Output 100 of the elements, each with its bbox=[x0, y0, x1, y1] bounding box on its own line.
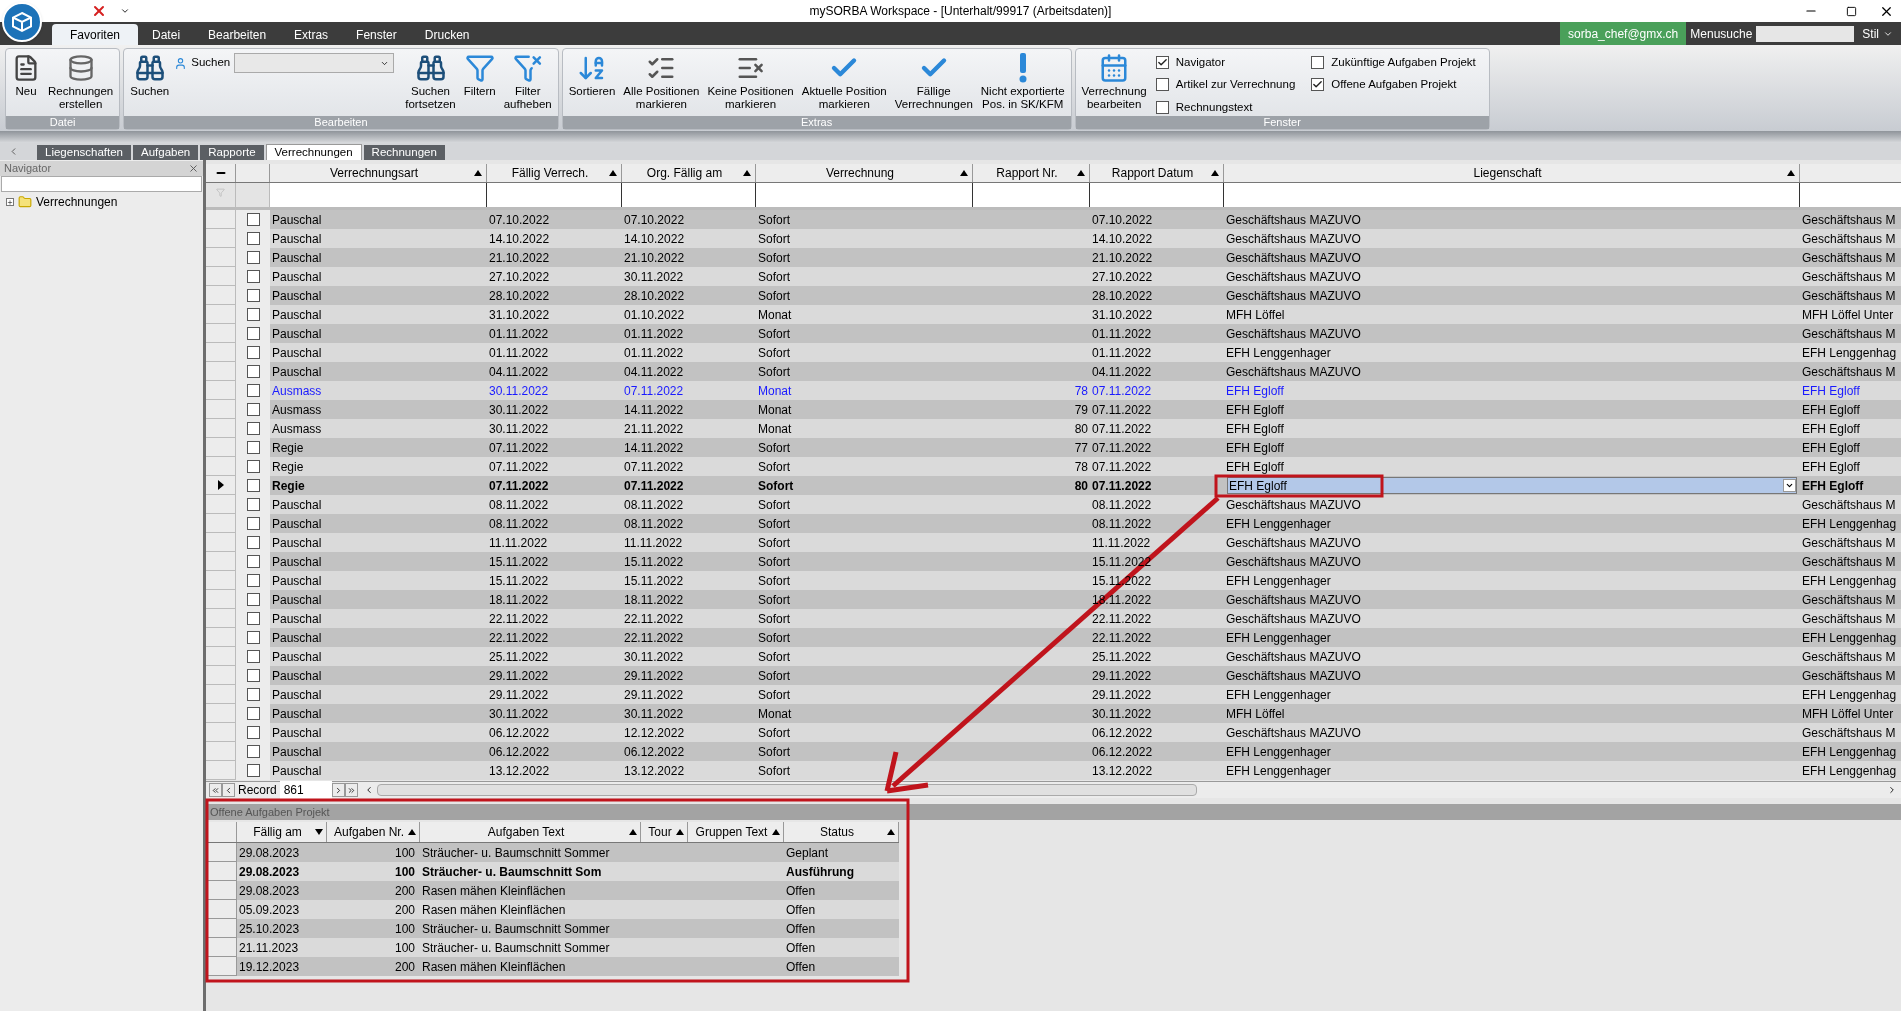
ribbon-button[interactable]: Alle Positionen markieren bbox=[620, 49, 703, 111]
checkbox[interactable] bbox=[1311, 78, 1325, 92]
ribbon-button[interactable]: Verrechnung bearbeiten bbox=[1078, 49, 1150, 111]
checkbox[interactable] bbox=[246, 707, 260, 720]
column-header[interactable]: Verrechnung bbox=[756, 164, 973, 182]
checkbox[interactable] bbox=[246, 498, 260, 511]
checkbox[interactable] bbox=[1155, 100, 1169, 114]
checkbox[interactable] bbox=[246, 517, 260, 530]
column-header[interactable]: Rapport Nr. bbox=[973, 164, 1090, 182]
cell-editor[interactable]: EFH Egloff bbox=[1227, 477, 1797, 494]
column-header[interactable]: Fällig am bbox=[237, 822, 327, 842]
document-tab[interactable]: Rapporte bbox=[200, 145, 264, 160]
checkbox[interactable] bbox=[246, 308, 260, 321]
navigator-search-field[interactable] bbox=[1, 176, 202, 192]
document-tab[interactable]: Verrechnungen bbox=[265, 144, 362, 160]
menu-tab[interactable]: Drucken bbox=[410, 24, 484, 45]
ribbon-button[interactable]: Neu bbox=[9, 49, 43, 111]
checkbox[interactable] bbox=[246, 270, 260, 283]
menu-tab[interactable]: Datei bbox=[138, 24, 195, 45]
checkbox[interactable] bbox=[1311, 56, 1325, 70]
menu-tab[interactable]: Favoriten bbox=[52, 24, 139, 45]
checkbox[interactable] bbox=[246, 289, 260, 302]
checkbox[interactable] bbox=[246, 251, 260, 264]
table-cell-text: 07.11.2022 bbox=[1091, 458, 1153, 476]
record-number-field[interactable]: 861 bbox=[279, 781, 332, 799]
ribbon-button[interactable]: Suchen fortsetzen bbox=[402, 49, 459, 111]
checkbox[interactable] bbox=[246, 384, 260, 397]
table-cell-text: Pauschal bbox=[271, 762, 323, 780]
column-header[interactable]: Aufgaben Text bbox=[420, 822, 641, 842]
checkbox[interactable] bbox=[246, 650, 260, 663]
ribbon-button[interactable]: Nicht exportierte Pos. in SK/KFM bbox=[977, 49, 1068, 111]
checkbox[interactable] bbox=[246, 612, 260, 625]
checkbox[interactable] bbox=[246, 479, 260, 492]
ribbon-button[interactable]: Aktuelle Position markieren bbox=[798, 49, 890, 111]
checkbox[interactable] bbox=[246, 460, 260, 473]
previous-record-button[interactable] bbox=[222, 783, 235, 797]
document-tab[interactable]: Liegenschaften bbox=[37, 145, 131, 160]
checkbox[interactable] bbox=[1155, 56, 1169, 70]
table-cell-text: Geschäftshaus M bbox=[1801, 610, 1897, 628]
column-header[interactable]: Aufgaben Nr. bbox=[327, 822, 420, 842]
ribbon-button[interactable]: Filtern bbox=[460, 49, 499, 111]
menu-tab[interactable]: Extras bbox=[280, 24, 343, 45]
column-header[interactable]: Liegenschaft bbox=[1224, 164, 1800, 182]
menu-search-field[interactable] bbox=[1756, 25, 1855, 42]
checkbox[interactable] bbox=[246, 555, 260, 568]
dropdown-icon[interactable] bbox=[120, 6, 130, 16]
table-cell-text: 29.11.2022 bbox=[1091, 686, 1153, 704]
checkbox[interactable] bbox=[246, 327, 260, 340]
last-record-button[interactable] bbox=[344, 783, 358, 797]
first-record-button[interactable] bbox=[209, 783, 222, 797]
menu-tab[interactable]: Bearbeiten bbox=[194, 24, 281, 45]
style-menu[interactable]: Stil bbox=[1854, 24, 1901, 43]
ribbon-button[interactable]: Filter aufheben bbox=[500, 49, 555, 111]
table-cell-text: EFH Egloff bbox=[1801, 401, 1861, 419]
expander-icon[interactable] bbox=[6, 198, 14, 206]
table-cell-text: 07.11.2022 bbox=[488, 477, 550, 495]
checkbox[interactable] bbox=[246, 764, 260, 777]
table-cell-text: Sträucher- u. Baumschnitt Sommer bbox=[421, 844, 611, 862]
horizontal-scrollbar[interactable] bbox=[376, 784, 1197, 796]
checkbox[interactable] bbox=[246, 365, 260, 378]
checkbox[interactable] bbox=[246, 403, 260, 416]
column-header[interactable]: Gruppen Text bbox=[688, 822, 784, 842]
ribbon-button[interactable]: Sortieren bbox=[565, 49, 619, 111]
ribbon-button[interactable]: Suchen bbox=[127, 49, 173, 111]
scroll-right-icon[interactable] bbox=[1887, 785, 1897, 795]
table-cell-text: EFH Egloff bbox=[1801, 420, 1861, 438]
next-record-button[interactable] bbox=[331, 783, 345, 797]
column-header[interactable]: Org. Fällig am bbox=[622, 164, 756, 182]
table-cell-text: 07.11.2022 bbox=[623, 382, 685, 400]
document-tab[interactable]: Rechnungen bbox=[363, 145, 445, 160]
checkbox[interactable] bbox=[246, 688, 260, 701]
restore-icon[interactable] bbox=[1845, 5, 1857, 17]
ribbon-button[interactable]: Keine Positionen markieren bbox=[704, 49, 797, 111]
ribbon-button[interactable]: Fällige Verrechnungen bbox=[891, 49, 976, 111]
checkbox[interactable] bbox=[246, 232, 260, 245]
checkbox[interactable] bbox=[246, 745, 260, 758]
checkbox[interactable] bbox=[246, 726, 260, 739]
dropdown-icon[interactable] bbox=[1785, 481, 1794, 490]
column-header[interactable]: Verrechnungsart bbox=[270, 164, 487, 182]
checkbox[interactable] bbox=[246, 213, 260, 226]
checkbox[interactable] bbox=[246, 346, 260, 359]
column-header[interactable]: Tour bbox=[641, 822, 688, 842]
checkbox[interactable] bbox=[246, 441, 260, 454]
checkbox[interactable] bbox=[246, 422, 260, 435]
column-header[interactable]: Fällig Verrech. bbox=[487, 164, 622, 182]
table-cell-text: Sofort bbox=[757, 249, 791, 267]
checkbox[interactable] bbox=[246, 593, 260, 606]
table-cell-text: EFH Lenggenhager bbox=[1225, 515, 1332, 533]
column-header[interactable]: Status bbox=[784, 822, 899, 842]
checkbox-label: Offene Aufgaben Projekt bbox=[1331, 77, 1457, 93]
checkbox[interactable] bbox=[246, 574, 260, 587]
menu-tab[interactable]: Fenster bbox=[342, 24, 411, 45]
checkbox[interactable] bbox=[246, 631, 260, 644]
ribbon-button[interactable]: Rechnungen erstellen bbox=[45, 49, 117, 111]
document-tab[interactable]: Aufgaben bbox=[133, 145, 199, 160]
checkbox[interactable] bbox=[1155, 78, 1169, 92]
checkbox[interactable] bbox=[246, 536, 260, 549]
checkbox[interactable] bbox=[246, 669, 260, 682]
table-cell-text: 01.11.2022 bbox=[1091, 325, 1153, 343]
column-header[interactable]: Rapport Datum bbox=[1090, 164, 1224, 182]
